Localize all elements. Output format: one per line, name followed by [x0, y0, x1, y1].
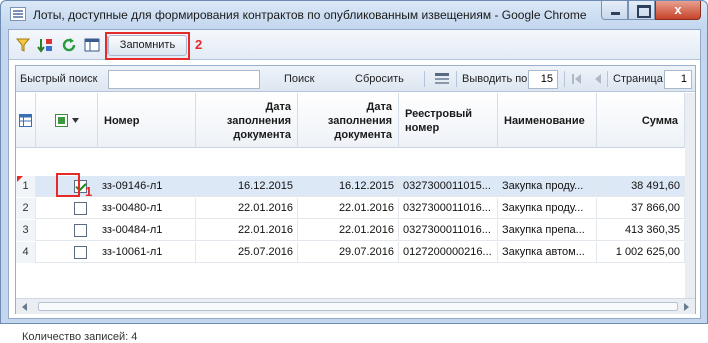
header-number[interactable]: Номер [98, 93, 196, 148]
cell-date-1: 22.01.2016 [196, 198, 298, 219]
header-date-1[interactable]: Дата заполнения документа [196, 93, 298, 148]
window-title: Лоты, доступные для формирования контрак… [33, 8, 587, 22]
quick-search-input[interactable] [108, 70, 260, 89]
scrollbar-thumb[interactable] [38, 302, 678, 311]
cell-registry: 0127200000216... [399, 242, 498, 263]
chevron-down-icon[interactable] [71, 118, 79, 123]
cell-name: Закупка препа... [498, 220, 597, 241]
table-icon[interactable] [19, 114, 32, 127]
first-page-icon[interactable] [571, 73, 583, 85]
vertical-scrollbar[interactable] [685, 93, 695, 298]
cell-number: зз-00484-л1 [98, 220, 196, 241]
window-controls: x [601, 1, 701, 20]
cell-registry: 0327300011016... [399, 220, 498, 241]
columns-icon[interactable] [434, 71, 450, 87]
dialog-content: Запомнить 2 Быстрый поиск Поиск Сбросить… [8, 29, 701, 343]
page-size-input[interactable]: 15 [528, 70, 558, 89]
cell-date-1: 16.12.2015 [196, 176, 298, 197]
cell-date-2: 22.01.2016 [298, 220, 399, 241]
cell-number: зз-09146-л1 [98, 176, 196, 197]
cell-date-2: 16.12.2015 [298, 176, 399, 197]
grid-header: Номер Дата заполнения документа Дата зап… [16, 93, 695, 148]
page-label: Страница [613, 73, 663, 85]
row-index: 2 [16, 198, 36, 219]
search-button[interactable]: Поиск [284, 73, 314, 85]
window-icon [10, 7, 26, 21]
select-all-checkbox[interactable] [54, 114, 68, 127]
maximize-button[interactable] [628, 1, 655, 20]
searchbar-separator [424, 71, 425, 87]
row-checkbox[interactable] [74, 202, 87, 215]
cell-sum: 413 360,35 [597, 220, 685, 241]
title-bar: Лоты, доступные для формирования контрак… [1, 1, 707, 29]
page-number-input[interactable]: 1 [664, 70, 692, 89]
cell-sum: 38 491,60 [597, 176, 685, 197]
searchbar-separator-3 [564, 71, 565, 87]
cell-sum: 1 002 625,00 [597, 242, 685, 263]
cell-registry: 0327300011015... [399, 176, 498, 197]
lots-grid-panel: Быстрый поиск Поиск Сбросить Выводить по… [15, 65, 696, 343]
header-select-all[interactable] [36, 93, 98, 148]
cell-date-2: 22.01.2016 [298, 198, 399, 219]
table-row[interactable]: 2 зз-00480-л1 22.01.2016 22.01.2016 0327… [16, 198, 695, 219]
cell-date-1: 22.01.2016 [196, 220, 298, 241]
cell-date-1: 25.07.2016 [196, 242, 298, 263]
cell-sum: 37 866,00 [597, 198, 685, 219]
reset-button[interactable]: Сбросить [355, 73, 404, 85]
searchbar-separator-4 [607, 71, 608, 87]
record-count: Количество записей: 4 [22, 331, 138, 343]
cell-number: зз-00480-л1 [98, 198, 196, 219]
highlight-box-checkbox [56, 173, 80, 197]
row-checkbox[interactable] [74, 246, 87, 259]
header-rownum [16, 93, 36, 148]
filter-icon[interactable] [15, 37, 31, 53]
highlight-badge-2: 2 [195, 37, 203, 52]
header-date-2[interactable]: Дата заполнения документа [298, 93, 399, 148]
table-row[interactable]: 1 зз-09146-л1 16.12.2015 16.12.2015 0327… [16, 176, 695, 197]
highlight-box-remember [105, 32, 190, 60]
cell-number: зз-10061-л1 [98, 242, 196, 263]
cell-name: Закупка проду... [498, 198, 597, 219]
scroll-right-icon[interactable] [684, 303, 689, 311]
table-row[interactable]: 4 зз-10061-л1 25.07.2016 29.07.2016 0127… [16, 242, 695, 263]
horizontal-scrollbar[interactable] [16, 298, 695, 314]
cell-name: Закупка проду... [498, 176, 597, 197]
dirty-row-marker [17, 176, 23, 182]
header-registry[interactable]: Реестровый номер [399, 93, 498, 148]
scroll-left-icon[interactable] [22, 303, 27, 311]
header-sum[interactable]: Сумма [597, 93, 685, 148]
close-button[interactable]: x [655, 1, 701, 20]
cell-date-2: 29.07.2016 [298, 242, 399, 263]
refresh-icon[interactable] [61, 37, 77, 53]
search-bar: Быстрый поиск Поиск Сбросить Выводить по… [16, 66, 695, 92]
cell-name: Закупка автом... [498, 242, 597, 263]
browser-window: Лоты, доступные для формирования контрак… [0, 0, 708, 343]
grid-settings-icon[interactable] [84, 37, 100, 53]
searchbar-separator-2 [456, 71, 457, 87]
highlight-badge-1: 1 [85, 184, 93, 199]
row-index: 4 [16, 242, 36, 263]
row-checkbox[interactable] [74, 224, 87, 237]
row-index: 3 [16, 220, 36, 241]
page-size-label: Выводить по [462, 73, 528, 85]
toolbar: Запомнить 2 [9, 30, 700, 60]
quick-search-label: Быстрый поиск [20, 73, 98, 85]
table-row[interactable]: 3 зз-00484-л1 22.01.2016 22.01.2016 0327… [16, 220, 695, 241]
prev-page-icon[interactable] [593, 73, 603, 85]
cell-registry: 0327300011016... [399, 198, 498, 219]
header-name[interactable]: Наименование [498, 93, 597, 148]
partial-check-icon [57, 117, 65, 124]
sort-icon[interactable] [37, 37, 53, 53]
minimize-button[interactable] [601, 1, 628, 20]
close-icon: x [674, 2, 682, 17]
